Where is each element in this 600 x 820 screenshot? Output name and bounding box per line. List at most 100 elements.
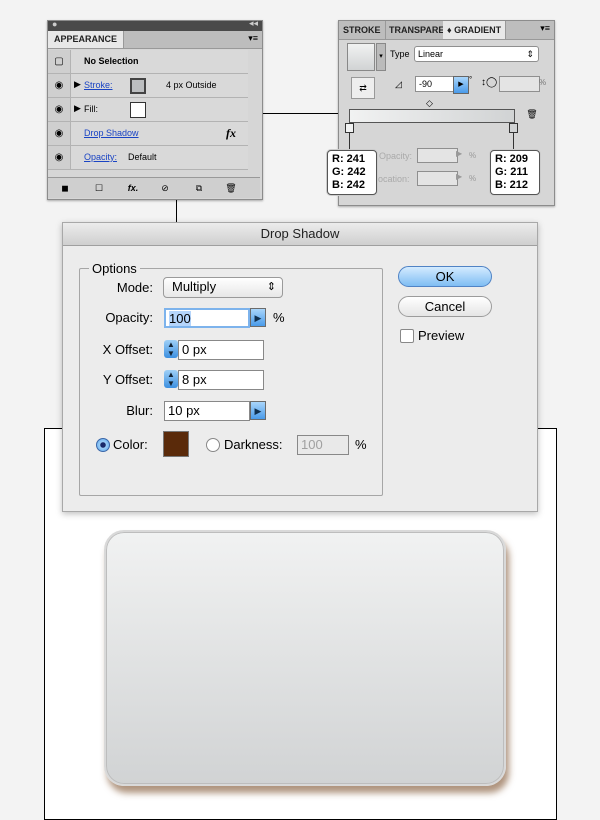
x-offset-label: X Offset: [102, 342, 153, 357]
blur-input[interactable]: 10 px [164, 401, 250, 421]
opacity-dropdown-icon[interactable]: ▶ [250, 308, 266, 327]
opacity-dropdown-icon[interactable]: ▶ [456, 149, 462, 158]
stop-opacity-input[interactable] [417, 148, 458, 163]
appearance-row-opacity[interactable]: ◉ Opacity: Default [48, 146, 248, 170]
thumbnail-icon: ▢ [48, 50, 71, 73]
add-fill-icon[interactable]: ☐ [90, 181, 108, 195]
eye-icon[interactable]: ◉ [48, 98, 71, 121]
gradient-slider[interactable] [349, 109, 515, 123]
appearance-tabbar: APPEARANCE ▾≡ [48, 31, 262, 49]
appearance-row-selection[interactable]: ▢ No Selection [48, 50, 248, 74]
cancel-button[interactable]: Cancel [398, 296, 492, 317]
collapse-icon[interactable]: ◂◂ [249, 18, 258, 29]
gradient-thumbnail[interactable] [347, 43, 375, 71]
mode-value: Multiply [172, 279, 217, 294]
rounded-rectangle-shape[interactable] [104, 530, 506, 786]
right-color-stop[interactable] [509, 123, 518, 133]
x-offset-input[interactable]: 0 px [178, 340, 264, 360]
aspect-ratio-input[interactable] [499, 76, 540, 92]
add-effect-icon[interactable]: fx. [124, 181, 142, 195]
darkness-unit: % [355, 437, 367, 452]
midpoint-icon[interactable]: ◇ [426, 98, 433, 109]
panel-menu-icon[interactable]: ▾≡ [248, 33, 258, 44]
trash-icon[interactable]: 🗑 [525, 109, 539, 123]
add-stroke-icon[interactable]: ◼ [56, 181, 74, 195]
right-stop-g: G: 211 [495, 166, 529, 178]
tab-stroke[interactable]: STROKE [339, 21, 386, 39]
close-icon[interactable]: ● [52, 19, 57, 29]
location-label: Location: [373, 174, 410, 184]
left-stop-b: B: 242 [332, 179, 366, 191]
tab-transparency[interactable]: TRANSPARE [385, 21, 450, 39]
clear-icon[interactable]: ⊘ [156, 181, 174, 195]
color-label: Color: [113, 437, 148, 452]
right-stop-rgb-callout: R: 209 G: 211 B: 212 [490, 150, 540, 195]
eye-icon[interactable]: ◉ [48, 74, 71, 97]
angle-dropdown-icon[interactable]: ▶ [453, 76, 469, 94]
y-offset-label: Y Offset: [102, 372, 153, 387]
dialog-title: Drop Shadow [63, 223, 537, 246]
stroke-label[interactable]: Stroke: [84, 80, 113, 90]
color-radio[interactable] [96, 438, 110, 452]
aspect-unit: % [539, 78, 547, 87]
opacity-unit: % [273, 310, 285, 325]
duplicate-icon[interactable]: ⧉ [190, 181, 208, 195]
drop-shadow-link[interactable]: Drop Shadow [84, 128, 139, 138]
blur-dropdown-icon[interactable]: ▶ [250, 401, 266, 420]
opacity-link[interactable]: Opacity: [84, 152, 117, 162]
y-offset-input[interactable]: 8 px [178, 370, 264, 390]
fill-label[interactable]: Fill: [84, 104, 98, 114]
reverse-gradient-icon[interactable]: ⇄ [351, 77, 375, 99]
appearance-row-drop-shadow[interactable]: ◉ Drop Shadow fx [48, 122, 248, 146]
appearance-panel: ● ◂◂ APPEARANCE ▾≡ ▢ No Selection ◉ ▶ St… [47, 18, 263, 200]
tab-gradient[interactable]: ♦ GRADIENT [443, 21, 507, 39]
shadow-color-swatch[interactable] [163, 431, 189, 457]
left-stop-g: G: 242 [332, 166, 366, 178]
darkness-label: Darkness: [224, 437, 283, 452]
eye-icon[interactable]: ◉ [48, 146, 71, 169]
fill-swatch[interactable] [130, 102, 146, 118]
y-offset-stepper[interactable]: ▲ ▼ [164, 370, 178, 388]
panel-header: ● ◂◂ [48, 18, 262, 31]
mode-select[interactable]: Multiply ⇕ [163, 277, 283, 298]
type-label: Type [390, 49, 410, 59]
opacity-label: Opacity: [105, 310, 153, 325]
type-value: Linear [418, 49, 444, 59]
angle-value: -90 [419, 79, 433, 89]
ok-button[interactable]: OK [398, 266, 492, 287]
tab-appearance[interactable]: APPEARANCE [48, 31, 125, 48]
angle-input[interactable]: -90 [415, 76, 456, 92]
aspect-ratio-icon: ↕◯ [481, 77, 498, 88]
left-stop-rgb-callout: R: 241 G: 242 B: 242 [327, 150, 377, 195]
darkness-radio[interactable] [206, 438, 220, 452]
preview-label: Preview [418, 328, 465, 343]
opacity-input[interactable]: 100 [164, 308, 250, 328]
drop-shadow-dialog: Drop Shadow Options Mode: Multiply ⇕ Opa… [62, 222, 538, 512]
stroke-swatch[interactable] [130, 78, 146, 94]
expand-arrow-icon[interactable]: ▶ [74, 103, 81, 114]
chevron-down-icon[interactable]: ▾ [376, 43, 386, 71]
panel-menu-icon[interactable]: ▾≡ [540, 23, 550, 34]
angle-unit: ° [469, 75, 473, 84]
fx-icon: fx [226, 126, 236, 140]
eye-icon[interactable]: ◉ [48, 122, 71, 145]
expand-arrow-icon[interactable]: ▶ [74, 79, 81, 90]
x-offset-stepper[interactable]: ▲ ▼ [164, 340, 178, 358]
angle-icon: ◿ [395, 79, 402, 89]
darkness-input[interactable]: 100 [297, 435, 349, 455]
trash-icon[interactable]: 🗑 [222, 181, 240, 195]
location-dropdown-icon[interactable]: ▶ [456, 172, 462, 181]
select-arrows-icon: ⇕ [526, 49, 534, 59]
stroke-value: 4 px Outside [166, 80, 217, 90]
appearance-row-stroke[interactable]: ◉ ▶ Stroke: 4 px Outside [48, 74, 248, 98]
left-stop-r: R: 241 [332, 153, 366, 165]
appearance-row-fill[interactable]: ◉ ▶ Fill: [48, 98, 248, 122]
type-select[interactable]: Linear ⇕ [414, 46, 539, 62]
location-input[interactable] [417, 171, 458, 186]
darkness-value: 100 [301, 437, 323, 452]
preview-checkbox[interactable] [400, 329, 414, 343]
opacity-value: Default [128, 152, 157, 162]
right-stop-r: R: 209 [495, 153, 529, 165]
right-stop-b: B: 212 [495, 179, 529, 191]
left-color-stop[interactable] [345, 123, 354, 133]
